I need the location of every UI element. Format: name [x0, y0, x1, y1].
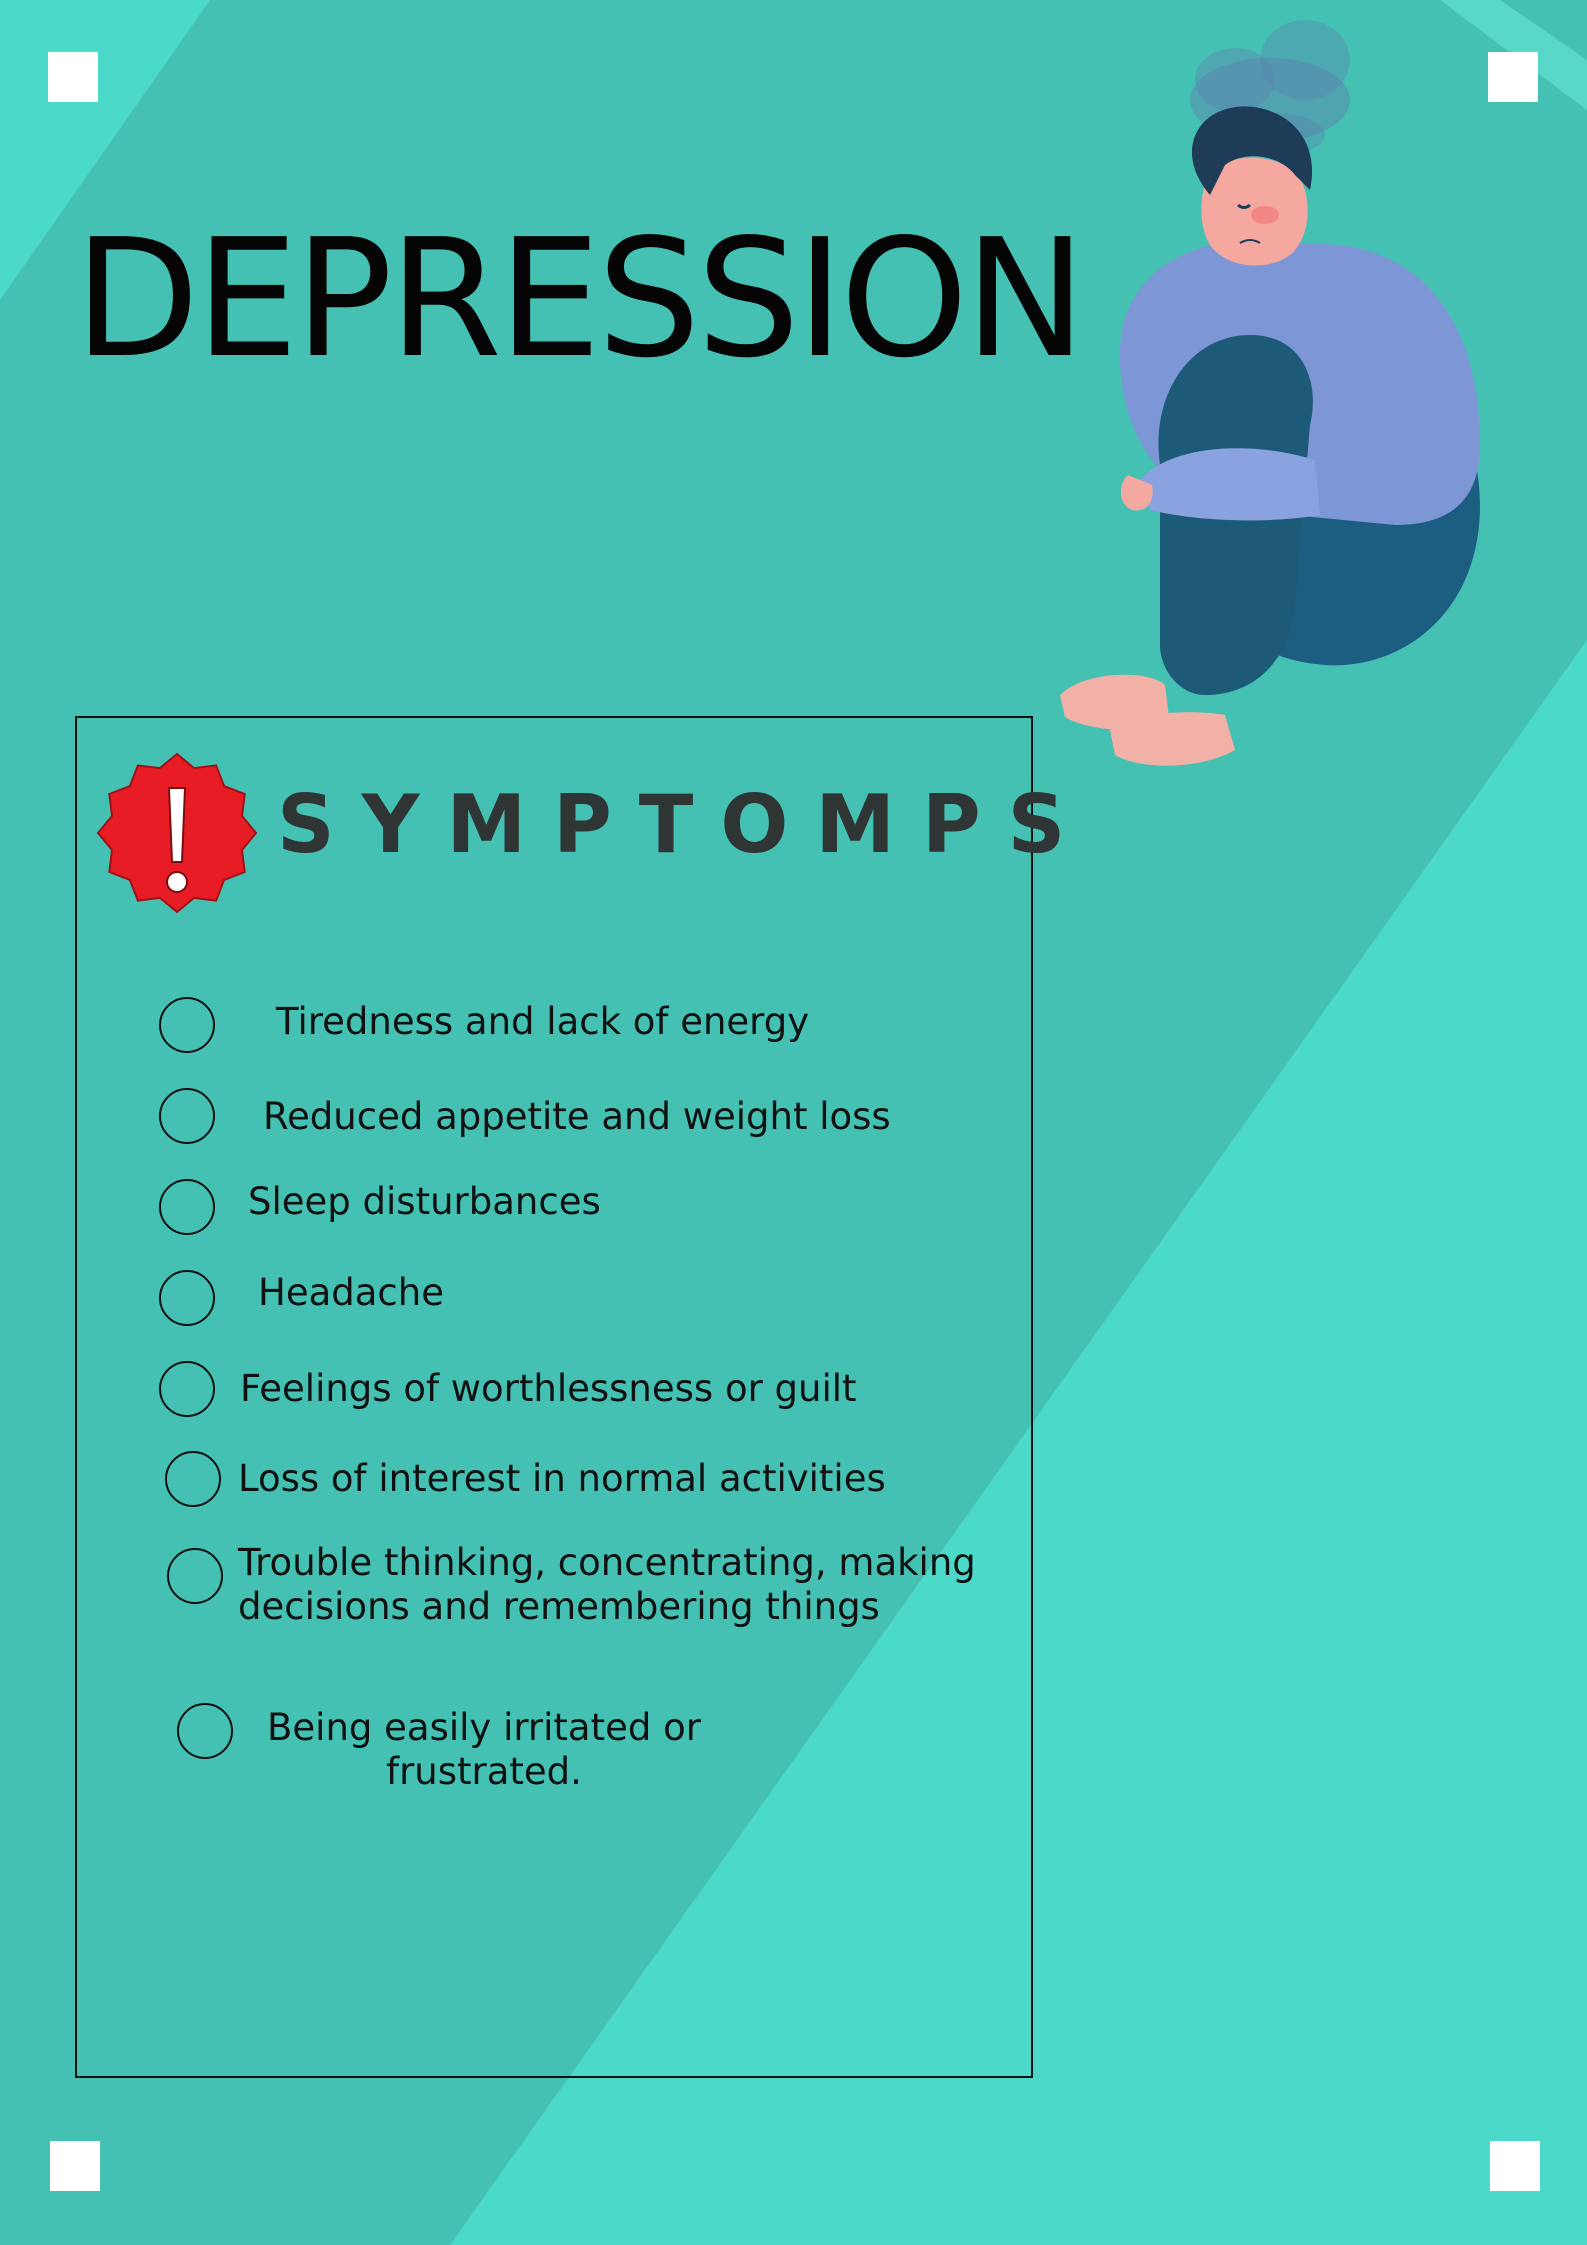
corner-marker-top-left — [48, 52, 98, 102]
poster-title: DEPRESSION — [74, 205, 1086, 394]
sad-person-illustration — [1060, 20, 1480, 766]
corner-marker-bottom-right — [1490, 2141, 1540, 2191]
circle-outline-icon — [159, 1361, 215, 1417]
symptom-label: Loss of interest in normal activities — [238, 1457, 886, 1500]
symptom-label: Headache — [258, 1271, 444, 1314]
circle-outline-icon — [165, 1451, 221, 1507]
symptom-label: Reduced appetite and weight loss — [263, 1095, 891, 1138]
corner-marker-bottom-left — [50, 2141, 100, 2191]
circle-outline-icon — [167, 1548, 223, 1604]
symptom-label: Being easily irritated or frustrated. — [267, 1706, 701, 1793]
poster: DEPRESSION SYMPTOMPS Tiredness and lack … — [0, 0, 1587, 2245]
symptom-label: Feelings of worthlessness or guilt — [240, 1367, 857, 1410]
symptoms-heading: SYMPTOMPS — [277, 778, 1093, 871]
symptom-label: Sleep disturbances — [248, 1180, 601, 1223]
circle-outline-icon — [159, 997, 215, 1053]
circle-outline-icon — [177, 1703, 233, 1759]
circle-outline-icon — [159, 1179, 215, 1235]
circle-outline-icon — [159, 1270, 215, 1326]
symptom-label: Trouble thinking, concentrating, making … — [238, 1541, 976, 1628]
symptom-label: Tiredness and lack of energy — [276, 1000, 810, 1043]
circle-outline-icon — [159, 1088, 215, 1144]
exclamation-badge-icon — [96, 752, 258, 914]
